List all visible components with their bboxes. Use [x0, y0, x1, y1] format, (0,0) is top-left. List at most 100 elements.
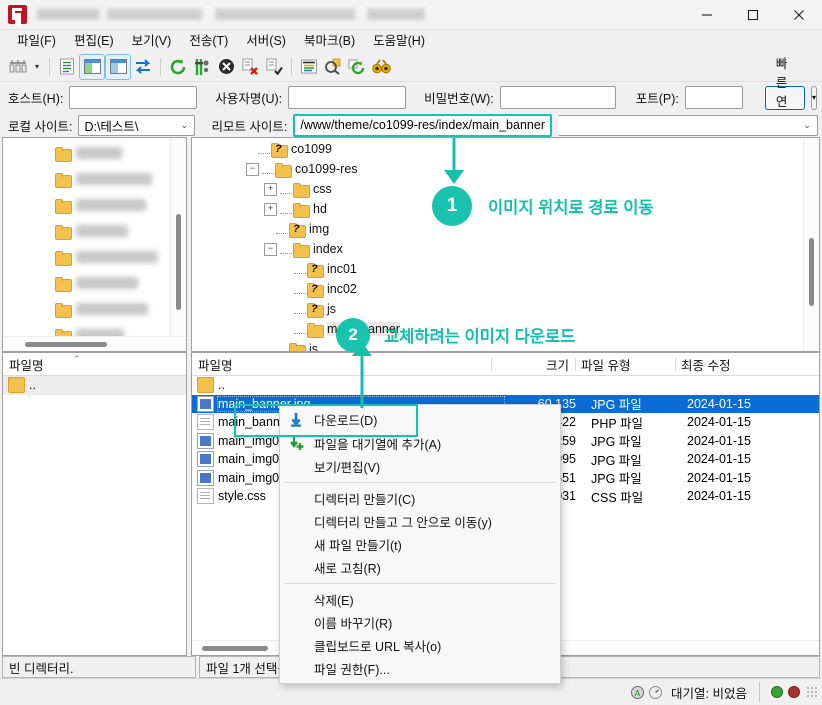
- quick-connect-bar: 호스트(H): 사용자명(U): 비밀번호(W): 포트(P): 빠른 연결(Q…: [0, 57, 822, 143]
- toggle-local-tree-icon[interactable]: [79, 53, 105, 80]
- close-button[interactable]: [776, 0, 822, 29]
- reconnect-icon[interactable]: [262, 55, 286, 79]
- column-header-filename[interactable]: 파일명: [3, 355, 186, 374]
- context-menu-item-add-to-queue[interactable]: 파일을 대기열에 추가(A): [280, 432, 560, 455]
- remote-site-combo[interactable]: ⌄: [558, 114, 818, 136]
- local-tree-vscrollbar[interactable]: [170, 138, 186, 351]
- image-file-icon: [197, 451, 214, 468]
- remote-site-path-input[interactable]: /www/theme/co1099-res/index/main_banner: [293, 113, 553, 137]
- expander-icon[interactable]: −: [246, 162, 259, 176]
- host-label: 호스트(H):: [8, 92, 64, 106]
- tree-node-js-index[interactable]: js: [192, 299, 819, 319]
- quick-connect-button[interactable]: 빠른 연결(Q): [764, 57, 805, 143]
- tree-node-inc02[interactable]: inc02: [192, 279, 819, 299]
- encryption-icon[interactable]: A: [630, 685, 645, 700]
- led-red-indicator: [788, 686, 800, 698]
- chevron-down-icon: ⌄: [180, 119, 189, 130]
- host-input[interactable]: [69, 86, 198, 109]
- column-header-modified[interactable]: 최종 수정: [675, 355, 819, 374]
- filezilla-window: 파일(F) 편집(E) 보기(V) 전송(T) 서버(S) 북마크(B) 도움말…: [0, 0, 822, 705]
- folder-icon: [197, 377, 214, 394]
- menu-view[interactable]: 보기(V): [123, 31, 181, 51]
- image-file-icon: [197, 432, 214, 449]
- step-text: 이미지 위치로 경로 이동: [488, 199, 654, 217]
- column-header-filetype[interactable]: 파일 유형: [575, 355, 675, 374]
- resize-grip-icon[interactable]: [806, 686, 818, 698]
- quick-connect-dropdown-icon[interactable]: ▾: [810, 85, 817, 110]
- menu-transfer[interactable]: 전송(T): [180, 31, 237, 51]
- local-directory-tree[interactable]: + 바탕화면 테스트: [2, 137, 187, 352]
- menu-label: 다운로드(D): [314, 414, 378, 428]
- tree-node-co1099[interactable]: co1099: [192, 139, 819, 159]
- expander-icon[interactable]: +: [264, 182, 277, 196]
- menu-server[interactable]: 서버(S): [237, 31, 295, 51]
- expander-icon[interactable]: +: [264, 202, 277, 216]
- context-menu-item-rename[interactable]: 이름 바꾸기(R): [280, 611, 560, 634]
- process-queue-icon[interactable]: [190, 55, 214, 79]
- svg-text:A: A: [635, 689, 641, 698]
- context-menu-item-create-new-file[interactable]: 새 파일 만들기(t): [280, 533, 560, 556]
- tree-line: [276, 344, 288, 351]
- context-menu-item-refresh[interactable]: 새로 고침(R): [280, 556, 560, 579]
- unknown-folder-icon: [307, 302, 324, 318]
- context-menu-item-download[interactable]: 다운로드(D): [234, 404, 560, 437]
- toggle-message-log-icon[interactable]: [55, 55, 79, 79]
- menu-file[interactable]: 파일(F): [8, 31, 65, 51]
- tree-node-inc01[interactable]: inc01: [192, 259, 819, 279]
- local-file-list[interactable]: 파일명 ⌃ ..: [2, 352, 187, 656]
- step-number-badge: 1: [432, 186, 472, 226]
- column-header-size[interactable]: 크기: [491, 355, 575, 374]
- menu-help[interactable]: 도움말(H): [364, 31, 434, 51]
- menu-label: 보기/편집(V): [314, 461, 381, 475]
- username-input[interactable]: [288, 86, 407, 109]
- unknown-folder-icon: [307, 262, 324, 278]
- minimize-button[interactable]: [684, 0, 730, 29]
- pane-splitter[interactable]: [188, 137, 190, 352]
- menu-label: 디렉터리 만들고 그 안으로 이동(y): [314, 516, 492, 530]
- speed-limit-icon[interactable]: [648, 685, 663, 700]
- refresh-icon[interactable]: [166, 55, 190, 79]
- file-type: JPG 파일: [591, 435, 642, 450]
- context-menu-item-delete[interactable]: 삭제(E): [280, 588, 560, 611]
- find-files-icon[interactable]: [369, 55, 393, 79]
- menu-label: 파일을 대기열에 추가(A): [314, 438, 442, 452]
- menu-label: 이름 바꾸기(R): [314, 617, 393, 631]
- port-input[interactable]: [684, 86, 743, 109]
- expander-icon[interactable]: −: [264, 242, 277, 256]
- file-modified: 2024-01-15: [687, 489, 751, 504]
- toggle-remote-tree-icon[interactable]: [105, 53, 131, 80]
- cancel-icon[interactable]: [214, 55, 238, 79]
- tree-node-co1099-res[interactable]: − co1099-res: [192, 159, 819, 179]
- local-tree-hscrollbar[interactable]: [3, 336, 186, 351]
- list-item[interactable]: ..: [3, 376, 186, 395]
- maximize-button[interactable]: [730, 0, 776, 29]
- pane-splitter[interactable]: [188, 352, 190, 656]
- file-context-menu[interactable]: 다운로드(D) 파일을 대기열에 추가(A) 보기/편집(V) 디렉터리 만들기…: [234, 404, 561, 684]
- context-menu-item-create-directory[interactable]: 디렉터리 만들기(C): [280, 487, 560, 510]
- context-menu-item-view-edit[interactable]: 보기/편집(V): [280, 455, 560, 478]
- tree-node-label: img: [309, 222, 330, 236]
- context-menu-item-copy-url[interactable]: 클립보드로 URL 복사(o): [280, 634, 560, 657]
- synchronized-browsing-icon[interactable]: [345, 55, 369, 79]
- remote-list-header: 파일명 크기 파일 유형 최종 수정: [192, 353, 819, 376]
- folder-icon: [55, 302, 72, 318]
- context-menu-item-file-permissions[interactable]: 파일 권한(F)...: [280, 657, 560, 680]
- file-modified: 2024-01-15: [687, 452, 751, 467]
- list-item[interactable]: ..: [192, 376, 819, 395]
- site-manager-dropdown-icon[interactable]: ▾: [30, 62, 44, 71]
- site-manager-icon[interactable]: [6, 55, 30, 79]
- local-site-combo[interactable]: D:\테스트\ ⌄: [78, 114, 196, 136]
- remote-tree-vscrollbar[interactable]: [803, 138, 819, 351]
- annotation-step-1: 1 이미지 위치로 경로 이동: [432, 186, 654, 226]
- compare-directories-icon[interactable]: [321, 55, 345, 79]
- menu-bookmarks[interactable]: 북마크(B): [295, 31, 364, 51]
- toggle-transfer-queue-icon[interactable]: [131, 55, 155, 79]
- password-input[interactable]: [499, 86, 616, 109]
- tree-node-index[interactable]: − index: [192, 239, 819, 259]
- context-menu-item-create-directory-and-enter[interactable]: 디렉터리 만들고 그 안으로 이동(y): [280, 510, 560, 533]
- folder-icon: [275, 162, 292, 178]
- status-separator: [759, 682, 760, 702]
- menu-edit[interactable]: 편집(E): [65, 31, 123, 51]
- filter-icon[interactable]: [297, 55, 321, 79]
- disconnect-icon[interactable]: [238, 55, 262, 79]
